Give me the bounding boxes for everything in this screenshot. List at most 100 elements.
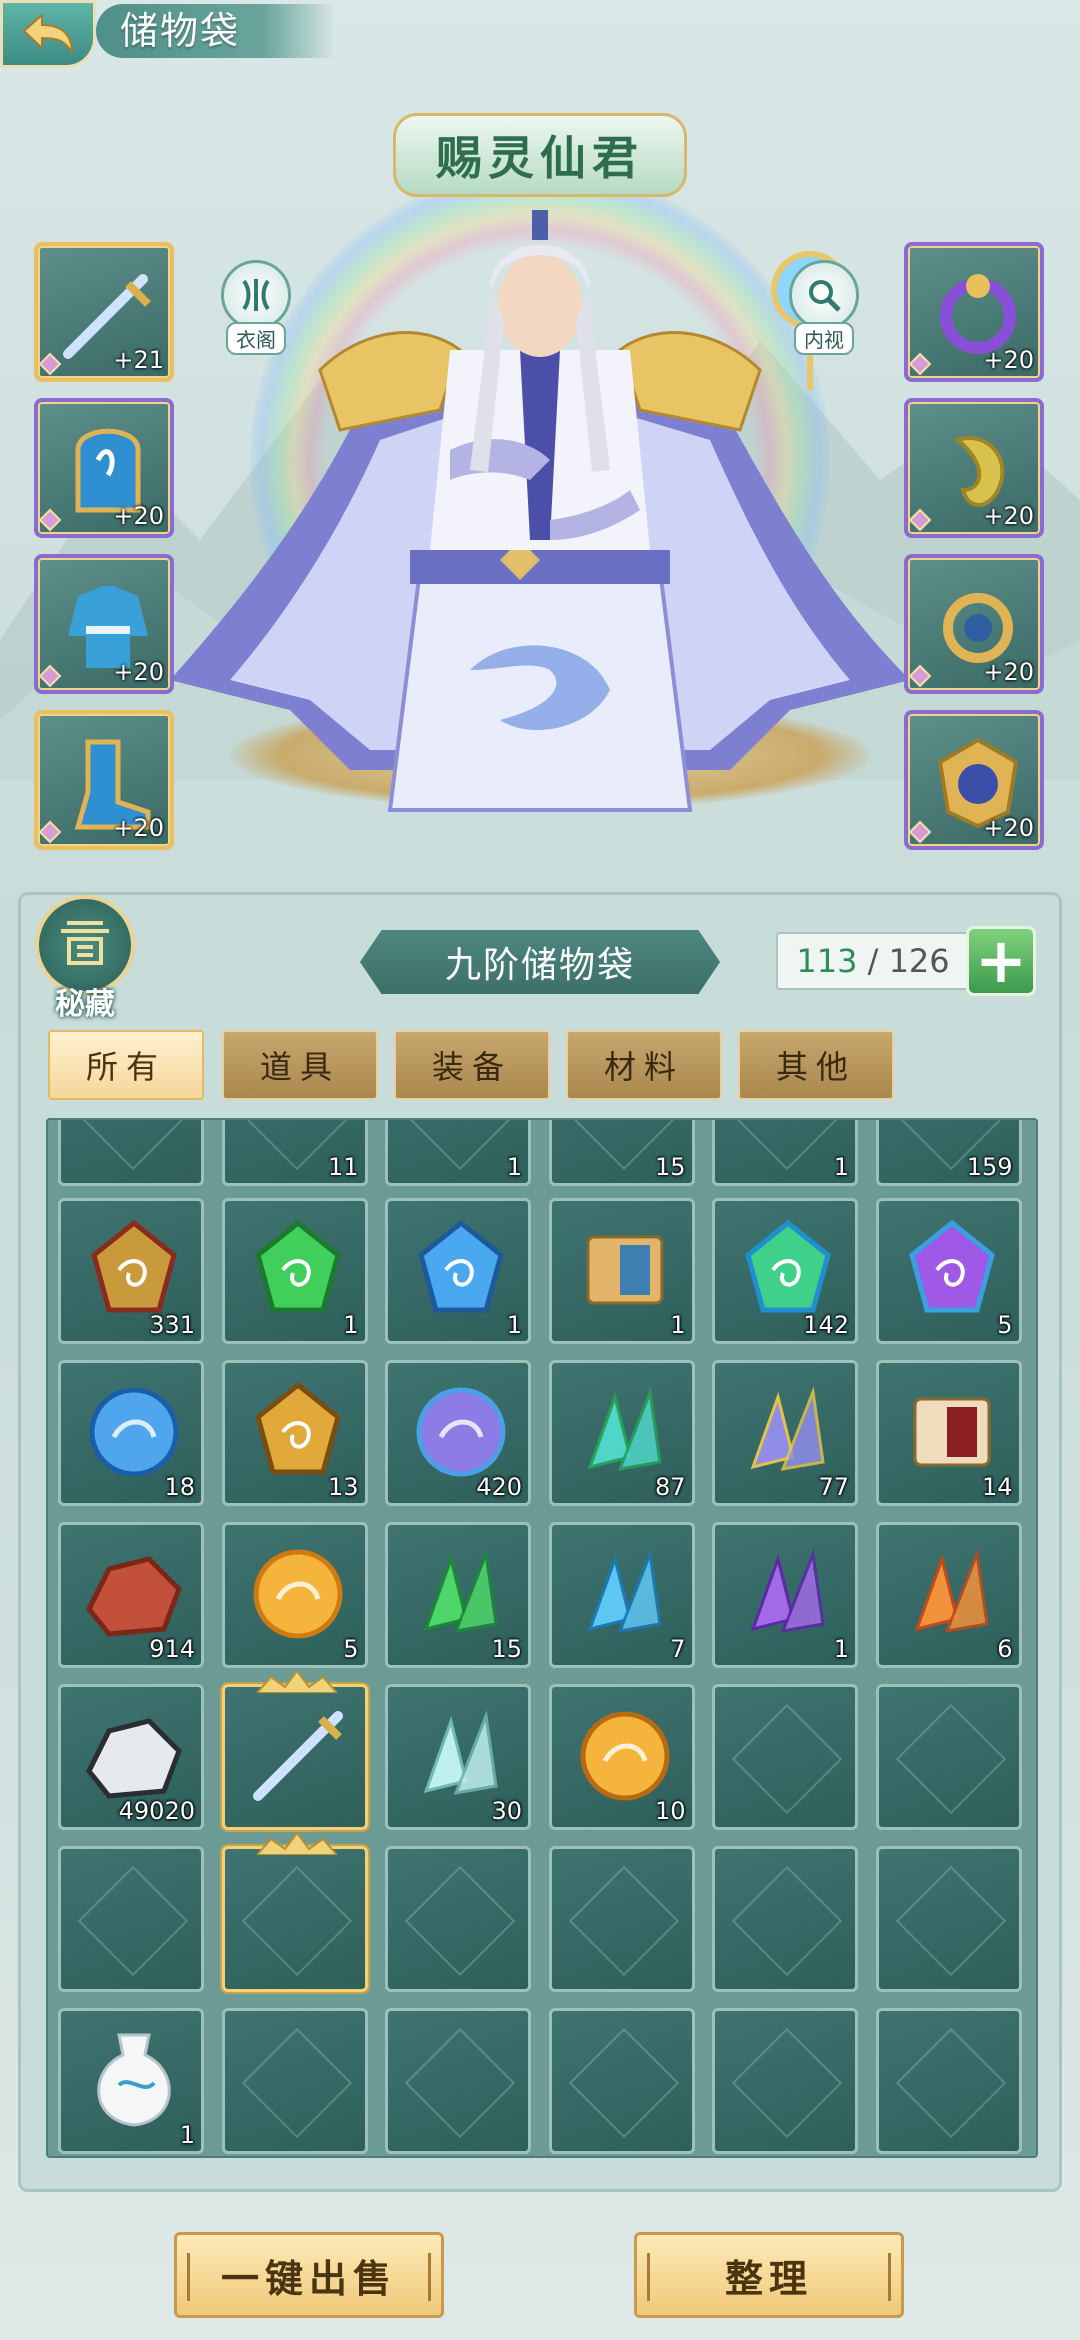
inventory-slot[interactable]: 49020 — [58, 1684, 204, 1830]
item-quantity: 420 — [476, 1473, 522, 1501]
header: 储物袋 — [0, 0, 1080, 70]
inventory-slot[interactable]: 30 — [385, 1684, 531, 1830]
equip-level: +20 — [113, 502, 164, 530]
inventory-slot[interactable]: 6 — [875, 1522, 1022, 1668]
golden-orb-icon — [243, 1539, 353, 1653]
inventory-slot[interactable]: 5 — [875, 1198, 1022, 1344]
equip-slot-talisman[interactable]: +20 — [904, 710, 1044, 850]
blue-shard-icon — [570, 1539, 680, 1653]
back-button[interactable] — [0, 0, 96, 68]
inventory-slot-partial[interactable]: 15 — [548, 1120, 695, 1186]
orange-shard-icon — [897, 1539, 1007, 1653]
bag-capacity: 113 / 126 — [776, 932, 970, 990]
equip-slot-weapon[interactable]: +21 — [34, 242, 174, 382]
bag-title-plate: 九阶储物袋 — [360, 930, 720, 994]
inventory-slot-empty[interactable] — [712, 1846, 858, 1992]
inventory-slot-empty[interactable] — [58, 1846, 204, 1992]
tab-items[interactable]: 道具 — [222, 1030, 378, 1100]
character-name-banner: 赐灵仙君 — [340, 110, 740, 200]
inventory-slot[interactable]: 420 — [385, 1360, 531, 1506]
tab-equipment[interactable]: 装备 — [394, 1030, 550, 1100]
tab-materials[interactable]: 材料 — [566, 1030, 722, 1100]
inventory-slot-empty[interactable] — [385, 1846, 531, 1992]
back-arrow-icon — [22, 12, 73, 54]
inventory-slot[interactable]: 77 — [712, 1360, 858, 1506]
inventory-slot[interactable]: 15 — [385, 1522, 531, 1668]
inventory-slot[interactable]: 914 — [58, 1522, 204, 1668]
item-quantity: 1 — [506, 1311, 522, 1339]
item-quantity: 331 — [149, 1311, 195, 1339]
character-name: 赐灵仙君 — [393, 113, 687, 197]
item-quantity: 1 — [670, 1311, 686, 1339]
equip-level: +20 — [113, 658, 164, 686]
purple-shard-icon — [733, 1539, 843, 1653]
inventory-slot[interactable]: 7 — [548, 1522, 695, 1668]
tab-all[interactable]: 所有 — [48, 1030, 204, 1100]
inventory-slot-partial[interactable] — [58, 1120, 204, 1186]
expand-bag-button[interactable]: + — [966, 926, 1036, 996]
item-quantity: 7 — [670, 1635, 686, 1663]
wardrobe-label: 衣阁 — [226, 322, 286, 355]
inventory-slot-empty[interactable] — [712, 1684, 858, 1830]
inventory-slot[interactable]: 87 — [548, 1360, 695, 1506]
inventory-slot-empty[interactable] — [875, 1846, 1022, 1992]
equip-slot-pendant[interactable]: +20 — [904, 398, 1044, 538]
inventory-slot[interactable]: 13 — [221, 1360, 368, 1506]
green-spirit-crystal-icon — [243, 1215, 353, 1329]
item-quantity: 1 — [833, 1635, 849, 1663]
inventory-slot[interactable] — [221, 1669, 368, 1830]
item-quantity: 1 — [179, 2121, 195, 2149]
inventory-slot-empty[interactable] — [385, 2008, 531, 2154]
inventory-slot[interactable]: 5 — [221, 1522, 368, 1668]
inventory-slot[interactable]: 1 — [548, 1198, 695, 1344]
inventory-slot[interactable]: 1 — [385, 1198, 531, 1344]
equip-slot-robe[interactable]: +20 — [34, 554, 174, 694]
item-quantity: 18 — [164, 1473, 195, 1501]
inventory-slot-partial[interactable]: 1 — [712, 1120, 858, 1186]
item-quantity: 6 — [997, 1635, 1013, 1663]
item-quantity: 142 — [803, 1311, 849, 1339]
equip-slot-boots[interactable]: +20 — [34, 710, 174, 850]
inventory-slot[interactable]: 142 — [712, 1198, 858, 1344]
inventory-slot[interactable]: 18 — [58, 1360, 204, 1506]
inventory-slot-empty[interactable] — [875, 1684, 1022, 1830]
inventory-slot[interactable]: 1 — [58, 2008, 204, 2154]
crown-ornament-icon — [254, 1669, 339, 1694]
inventory-slot[interactable]: 14 — [875, 1360, 1022, 1506]
bag-title: 九阶储物袋 — [444, 945, 635, 986]
sell-all-button[interactable]: 一键出售 — [174, 2232, 444, 2318]
wardrobe-icon — [221, 260, 291, 330]
inventory-slot-empty[interactable] — [221, 2008, 368, 2154]
item-quantity: 14 — [981, 1473, 1013, 1501]
inventory-slot[interactable]: 331 — [58, 1198, 204, 1344]
page-title-plate: 储物袋 — [96, 4, 336, 58]
inspect-label: 内视 — [794, 322, 854, 355]
inventory-slot-empty[interactable] — [548, 1846, 695, 1992]
equip-level: +20 — [983, 502, 1034, 530]
item-quantity: 77 — [818, 1473, 849, 1501]
secret-storage-label: 秘藏 — [55, 987, 115, 1022]
equip-slot-helmet[interactable]: +20 — [34, 398, 174, 538]
sort-button[interactable]: 整理 — [634, 2232, 904, 2318]
inspect-button[interactable]: 内视 — [784, 260, 864, 356]
equip-level: +20 — [113, 814, 164, 842]
inventory-slot-partial[interactable]: 159 — [875, 1120, 1022, 1186]
inventory-slot[interactable]: 10 — [548, 1684, 695, 1830]
equip-slot-ring[interactable]: +20 — [904, 554, 1044, 694]
inventory-grid[interactable]: 11 1 15 1 159 331 1 1 1 142 5 18 13 420 87 77 14 914 5 15 7 1… — [46, 1118, 1038, 2158]
inventory-slot-partial[interactable]: 11 — [221, 1120, 368, 1186]
equip-level: +20 — [983, 658, 1034, 686]
item-quantity: 30 — [491, 1797, 522, 1825]
tab-other[interactable]: 其他 — [738, 1030, 894, 1100]
secret-storage-button[interactable]: 秘藏 — [30, 895, 140, 1025]
inventory-slot-empty[interactable] — [875, 2008, 1022, 2154]
item-quantity: 1 — [506, 1153, 522, 1181]
wardrobe-button[interactable]: 衣阁 — [216, 260, 296, 356]
inventory-slot-empty[interactable] — [221, 1831, 368, 1992]
equip-slot-bracelet[interactable]: +20 — [904, 242, 1044, 382]
inventory-slot-partial[interactable]: 1 — [385, 1120, 531, 1186]
inventory-slot-empty[interactable] — [712, 2008, 858, 2154]
inventory-slot-empty[interactable] — [548, 2008, 695, 2154]
inventory-slot[interactable]: 1 — [712, 1522, 858, 1668]
inventory-slot[interactable]: 1 — [221, 1198, 368, 1344]
